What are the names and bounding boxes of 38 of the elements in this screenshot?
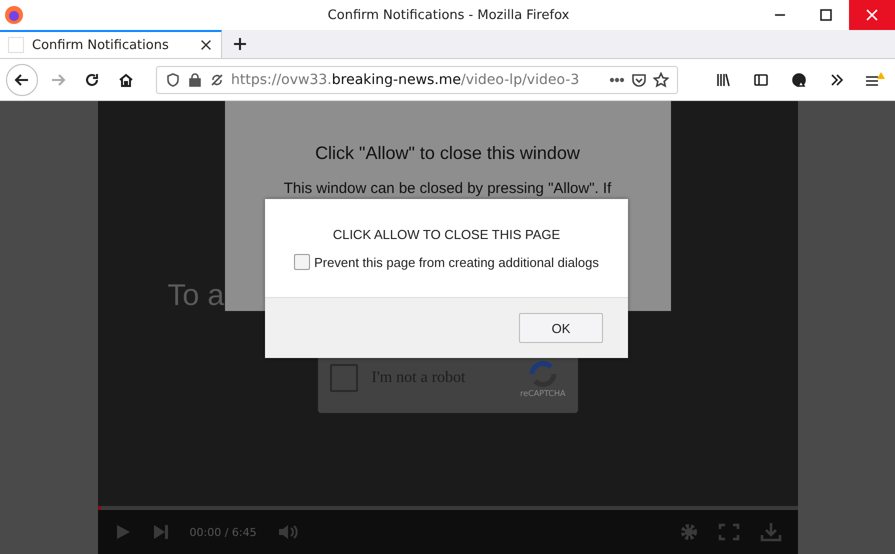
url-text: https://ovw33.breaking-news.me/video-lp/video-3: [231, 72, 580, 88]
sidebar-icon: [753, 72, 769, 88]
close-button[interactable]: [849, 0, 895, 30]
reload-icon: [84, 72, 100, 88]
window-title: Confirm Notifications - Mozilla Firefox: [326, 8, 570, 22]
double-chevron-icon: [829, 72, 845, 88]
address-bar[interactable]: https://ovw33.breaking-news.me/video-lp/video-3: [156, 66, 678, 94]
padlock-icon: [187, 72, 203, 88]
ok-button[interactable]: OK: [519, 313, 603, 343]
menu-warning-icon: [864, 70, 886, 88]
dialog-checkbox[interactable]: [294, 254, 310, 270]
browser-tab[interactable]: Confirm Notifications: [0, 30, 222, 58]
close-icon: [864, 7, 880, 23]
page-favicon: [8, 37, 24, 53]
shield-icon: [165, 72, 181, 88]
popup-title: Click "Allow" to close this window: [315, 143, 580, 164]
maximize-icon: [818, 7, 834, 23]
account-warning-icon: [791, 72, 807, 88]
back-arrow-icon: [14, 72, 30, 88]
video-caption: To a: [168, 279, 226, 313]
playback-time: 00:00 / 6:45: [190, 526, 257, 538]
plus-icon: [232, 36, 248, 52]
tab-title: Confirm Notifications: [32, 38, 170, 52]
browser-logo-icon: [4, 5, 24, 25]
back-button[interactable]: [6, 64, 38, 96]
minimize-icon: [775, 14, 785, 16]
star-icon: [653, 72, 669, 88]
popup-text: This window can be closed by pressing "Allow". If: [284, 180, 612, 197]
dialog-message: CLICK ALLOW TO CLOSE THIS PAGE: [332, 227, 560, 242]
pocket-icon: [631, 72, 647, 88]
captcha-brand: reCAPTCHA: [520, 388, 566, 398]
checkbox-label: Prevent this page from creating additional dialogs: [314, 254, 599, 270]
close-tab-icon: [199, 38, 213, 52]
forward-arrow-icon: [50, 72, 66, 88]
home-icon: [118, 72, 134, 88]
blocked-media-icon: [209, 72, 225, 88]
captcha-checkbox[interactable]: [330, 364, 358, 392]
library-icon: [715, 72, 731, 88]
